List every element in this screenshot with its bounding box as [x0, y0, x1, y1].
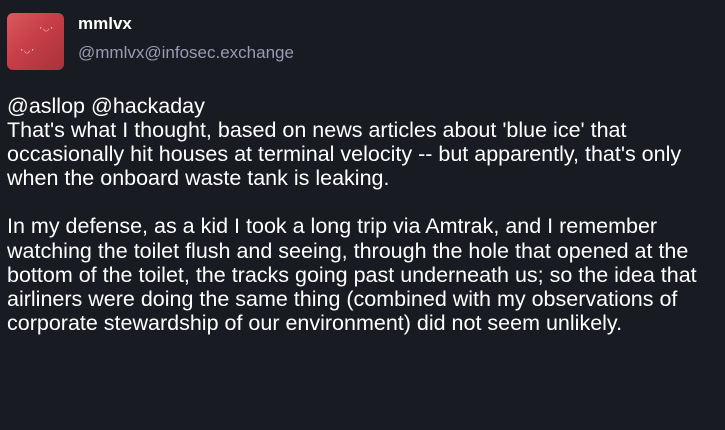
status-post: ·◡· ·◡· mmlvx @mmlvx@infosec.exchange @a… [0, 0, 725, 430]
mention-link[interactable]: @asllop [7, 94, 85, 118]
avatar[interactable]: ·◡· ·◡· [7, 13, 64, 70]
avatar-face-icon: ·◡· [38, 24, 55, 34]
post-text: That's what I thought, based on news art… [7, 118, 682, 191]
post-paragraph-1: @asllop @hackaday That's what I thought, … [7, 94, 719, 190]
post-text: In my defense, as a kid I took a long tr… [7, 214, 697, 335]
mention-link[interactable]: @hackaday [91, 94, 205, 118]
post-content: @asllop @hackaday That's what I thought, … [7, 94, 719, 335]
post-paragraph-2: In my defense, as a kid I took a long tr… [7, 214, 719, 334]
author-handle[interactable]: @mmlvx@infosec.exchange [78, 42, 294, 64]
avatar-face-icon: ·◡· [19, 46, 36, 56]
author-display-name[interactable]: mmlvx [78, 13, 132, 35]
